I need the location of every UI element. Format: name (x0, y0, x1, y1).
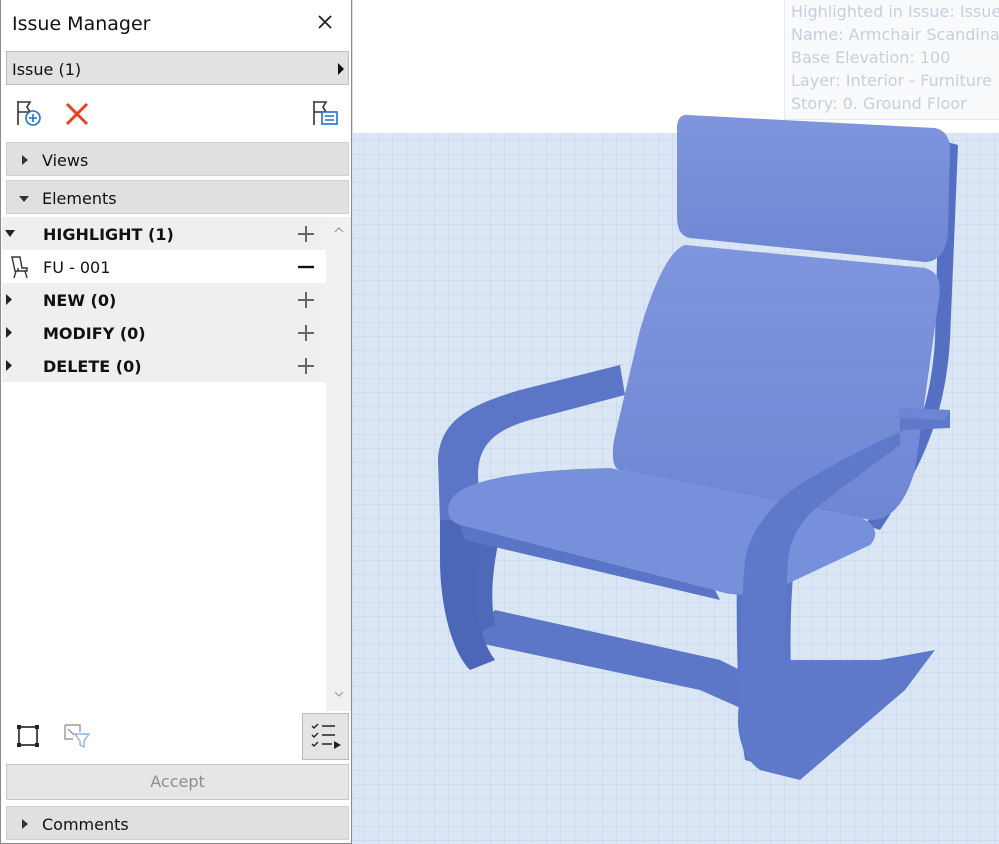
info-highlighted: Highlighted in Issue: Issue (1) (791, 2, 999, 21)
panel-title: Issue Manager (12, 13, 151, 35)
tree-group-delete[interactable]: DELETE (0) (2, 349, 326, 382)
chevron-right-icon (338, 63, 344, 75)
section-views-label: Views (42, 151, 89, 170)
chair-icon (11, 256, 28, 279)
section-elements[interactable]: Elements (6, 180, 349, 214)
delete-issue-icon[interactable] (63, 100, 91, 128)
add-icon[interactable] (296, 224, 316, 244)
info-base-elevation: Base Elevation: 100 (791, 48, 951, 67)
checklist-button[interactable] (302, 713, 349, 760)
tree-group-modify[interactable]: MODIFY (0) (2, 316, 326, 349)
checklist-icon (311, 723, 341, 749)
add-icon[interactable] (296, 323, 316, 343)
section-views[interactable]: Views (6, 142, 349, 176)
panel-titlebar: Issue Manager (1, 0, 351, 46)
remove-icon[interactable] (296, 257, 316, 277)
expand-right-icon (22, 155, 28, 165)
filter-icon[interactable] (62, 722, 92, 750)
tree-group-label: MODIFY (0) (43, 324, 146, 343)
tree-item-fu-001[interactable]: FU - 001 (2, 250, 326, 283)
expand-down-icon[interactable] (5, 230, 15, 237)
expand-right-icon[interactable] (6, 360, 12, 371)
accept-button[interactable]: Accept (6, 764, 349, 800)
section-comments-label: Comments (42, 815, 129, 834)
3d-viewport[interactable] (353, 0, 999, 844)
issue-selector[interactable]: Issue (1) (6, 51, 349, 85)
info-name: Name: Armchair Scandinavian (791, 25, 999, 44)
scroll-down-icon[interactable] (334, 691, 344, 697)
section-elements-label: Elements (42, 189, 117, 208)
section-comments[interactable]: Comments (6, 806, 349, 840)
info-story: Story: 0. Ground Floor (791, 94, 967, 113)
tree-group-new[interactable]: NEW (0) (2, 283, 326, 316)
expand-right-icon (22, 819, 28, 829)
expand-down-icon (19, 196, 29, 202)
add-icon[interactable] (296, 290, 316, 310)
select-frame-icon[interactable] (15, 723, 41, 749)
3d-scene[interactable] (353, 0, 999, 844)
element-info-overlay: Highlighted in Issue: Issue (1) Name: Ar… (784, 0, 999, 120)
tree-group-highlight[interactable]: HIGHLIGHT (1) (2, 217, 326, 250)
tree-scrollbar[interactable] (326, 217, 351, 711)
add-icon[interactable] (296, 356, 316, 376)
scroll-up-icon[interactable] (334, 227, 344, 233)
element-tree: HIGHLIGHT (1) FU - 001 NEW (0) MODIFY (0… (2, 217, 326, 711)
issue-selector-label: Issue (1) (12, 60, 82, 79)
tree-group-label: HIGHLIGHT (1) (43, 225, 174, 244)
issue-list-icon[interactable] (311, 99, 339, 127)
expand-right-icon[interactable] (6, 294, 12, 305)
close-icon[interactable] (313, 10, 337, 34)
tree-group-label: DELETE (0) (43, 357, 142, 376)
new-issue-icon[interactable] (15, 99, 43, 127)
info-layer: Layer: Interior - Furniture (791, 71, 992, 90)
tree-item-label: FU - 001 (43, 258, 111, 277)
issue-manager-panel: Issue Manager Issue (1) Views Elements H… (0, 0, 352, 844)
tree-group-label: NEW (0) (43, 291, 117, 310)
expand-right-icon[interactable] (6, 327, 12, 338)
